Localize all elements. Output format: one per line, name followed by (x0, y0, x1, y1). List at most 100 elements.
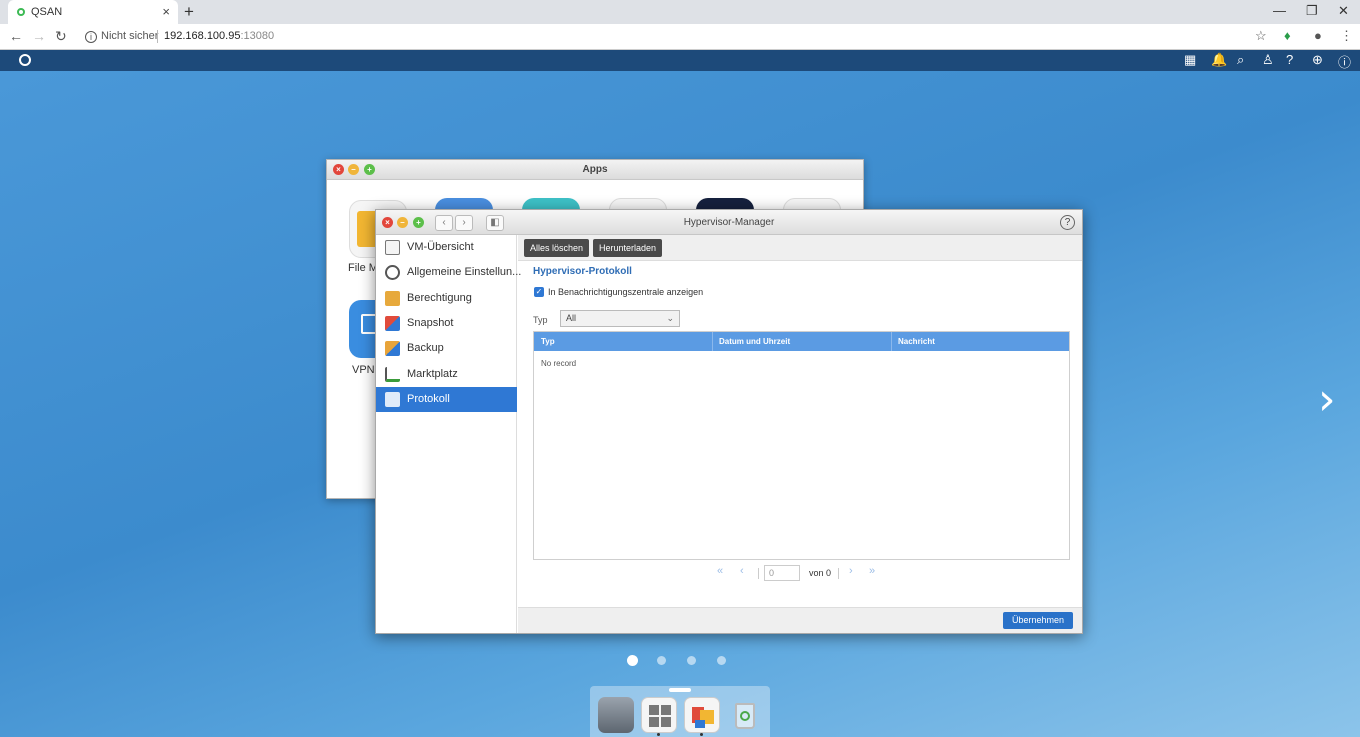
apps-window-title: Apps (582, 164, 608, 175)
apps-launcher-icon[interactable] (641, 697, 677, 733)
next-page-arrow-icon[interactable]: › (1318, 378, 1336, 422)
recycle-bin-icon[interactable] (727, 697, 763, 733)
clear-all-button[interactable]: Alles löschen (524, 239, 590, 257)
page-dot-3[interactable] (687, 656, 696, 665)
page-dot-1[interactable] (627, 655, 638, 666)
main-panel: Alles löschen Herunterladen Hypervisor-P… (518, 235, 1082, 633)
chevron-down-icon: ⌄ (666, 313, 674, 323)
menu-icon[interactable]: ⋮ (1340, 28, 1353, 44)
sidebar-item-permission[interactable]: Berechtigung (376, 286, 517, 311)
info-circle-icon[interactable]: ⓘ (1338, 52, 1351, 71)
column-divider (891, 332, 892, 351)
sidebar-item-snapshot[interactable]: Snapshot (376, 311, 517, 336)
help-icon[interactable]: ? (1060, 215, 1075, 230)
backup-icon (385, 341, 400, 356)
notification-checkbox[interactable]: ✓ (534, 287, 544, 297)
back-icon[interactable]: ← (9, 28, 23, 44)
snapshot-icon (385, 316, 400, 331)
url-field[interactable]: 192.168.100.95:13080 (164, 30, 274, 42)
sidebar-item-general-settings[interactable]: Allgemeine Einstellun... (376, 260, 521, 285)
new-tab-button[interactable]: + (184, 2, 194, 22)
forward-icon[interactable]: → (32, 28, 46, 44)
star-icon[interactable]: ☆ (1255, 28, 1267, 44)
user-icon[interactable]: ♙ (1262, 52, 1274, 68)
sidebar-item-vm-overview[interactable]: VM-Übersicht (376, 235, 517, 260)
browser-tab-bar: QSAN × + — ❐ ✕ (0, 0, 1360, 24)
restore-icon[interactable]: ❐ (1306, 3, 1318, 19)
column-header-datetime[interactable]: Datum und Uhrzeit (719, 337, 790, 346)
sidebar-item-label: Berechtigung (407, 292, 472, 304)
download-button[interactable]: Herunterladen (593, 239, 663, 257)
address-bar: ← → ↻ i Nicht sicher 192.168.100.95:1308… (0, 24, 1360, 50)
empty-table-message: No record (541, 359, 577, 368)
notification-checkbox-label: In Benachrichtigungszentrale anzeigen (548, 287, 704, 297)
hypervisor-window-header: × – + ‹ › ◧ Hypervisor-Manager ? (376, 210, 1082, 235)
type-filter-value: All (566, 313, 577, 323)
sidebar-item-label: Backup (407, 342, 444, 354)
permission-icon (385, 291, 400, 306)
sidebar-item-backup[interactable]: Backup (376, 336, 517, 361)
tab-title: QSAN (31, 6, 63, 18)
page-dot-4[interactable] (717, 656, 726, 665)
info-icon[interactable]: i (85, 31, 97, 43)
browser-tab[interactable]: QSAN × (8, 0, 178, 24)
profile-icon[interactable]: ● (1314, 28, 1322, 43)
tab-close-icon[interactable]: × (162, 4, 170, 19)
sidebar-item-label: Allgemeine Einstellun... (407, 266, 522, 278)
table-header: Typ Datum und Uhrzeit Nachricht (534, 332, 1069, 351)
pager-divider (758, 568, 759, 579)
sidebar-item-log[interactable]: Protokoll (376, 387, 517, 412)
next-page-icon[interactable]: › (849, 565, 853, 577)
storage-manager-icon[interactable] (598, 697, 634, 733)
qsan-logo-icon[interactable] (19, 54, 31, 66)
section-title: Hypervisor-Protokoll (533, 266, 632, 277)
close-window-icon[interactable]: ✕ (1338, 3, 1349, 19)
apply-button[interactable]: Übernehmen (1002, 612, 1073, 629)
column-header-message[interactable]: Nachricht (898, 337, 935, 346)
page-count-text: von 0 (809, 568, 832, 578)
hypervisor-manager-window: × – + ‹ › ◧ Hypervisor-Manager ? VM-Über… (375, 209, 1083, 634)
url-host: 192.168.100.95 (164, 30, 241, 42)
url-port: :13080 (240, 30, 275, 42)
qsan-favicon-icon (17, 8, 25, 16)
extension-icon[interactable]: ♦ (1284, 28, 1291, 43)
sidebar-item-label: Protokoll (407, 393, 450, 405)
running-indicator (700, 733, 703, 736)
prev-page-icon[interactable]: ‹ (740, 565, 744, 577)
vm-overview-icon (385, 240, 400, 255)
not-secure-label: Nicht sicher (101, 30, 159, 42)
apps-grid-icon[interactable]: ▦ (1184, 52, 1196, 68)
search-icon[interactable]: ⌕ (1237, 52, 1244, 68)
running-indicator (657, 733, 660, 736)
sidebar: VM-Übersicht Allgemeine Einstellun... Be… (376, 235, 521, 633)
pager-divider (838, 568, 839, 579)
log-table: Typ Datum und Uhrzeit Nachricht No recor… (533, 331, 1070, 560)
hypervisor-manager-icon[interactable] (684, 697, 720, 733)
sidebar-item-label: Marktplatz (407, 368, 458, 380)
marketplace-icon (385, 367, 400, 382)
first-page-icon[interactable]: « (717, 565, 723, 577)
reload-icon[interactable]: ↻ (55, 28, 67, 45)
dock-handle[interactable] (669, 688, 691, 692)
sidebar-item-label: VM-Übersicht (407, 241, 474, 253)
type-filter-label: Typ (533, 315, 548, 325)
bell-icon[interactable]: 🔔 (1211, 52, 1227, 68)
column-header-type[interactable]: Typ (541, 337, 555, 346)
type-filter-select[interactable]: All ⌄ (560, 310, 680, 327)
page-dot-2[interactable] (657, 656, 666, 665)
column-divider (712, 332, 713, 351)
sidebar-item-label: Snapshot (407, 317, 454, 329)
app-label-file-manager: File M (348, 262, 378, 274)
help-icon[interactable]: ? (1286, 52, 1293, 67)
page-number-input[interactable]: 0 (764, 565, 800, 581)
sidebar-item-marketplace[interactable]: Marktplatz (376, 362, 517, 387)
qsan-top-bar: ▦ 🔔 ⌕ ♙ ? ⊕ ⓘ (0, 50, 1360, 71)
settings-icon (385, 265, 400, 280)
minimize-icon[interactable]: — (1273, 3, 1286, 18)
log-icon (385, 392, 400, 407)
globe-icon[interactable]: ⊕ (1312, 52, 1323, 68)
apps-window-header: × – + Apps (327, 160, 863, 180)
last-page-icon[interactable]: » (869, 565, 875, 577)
toolbar: Alles löschen Herunterladen (518, 235, 1082, 261)
divider (157, 30, 158, 43)
